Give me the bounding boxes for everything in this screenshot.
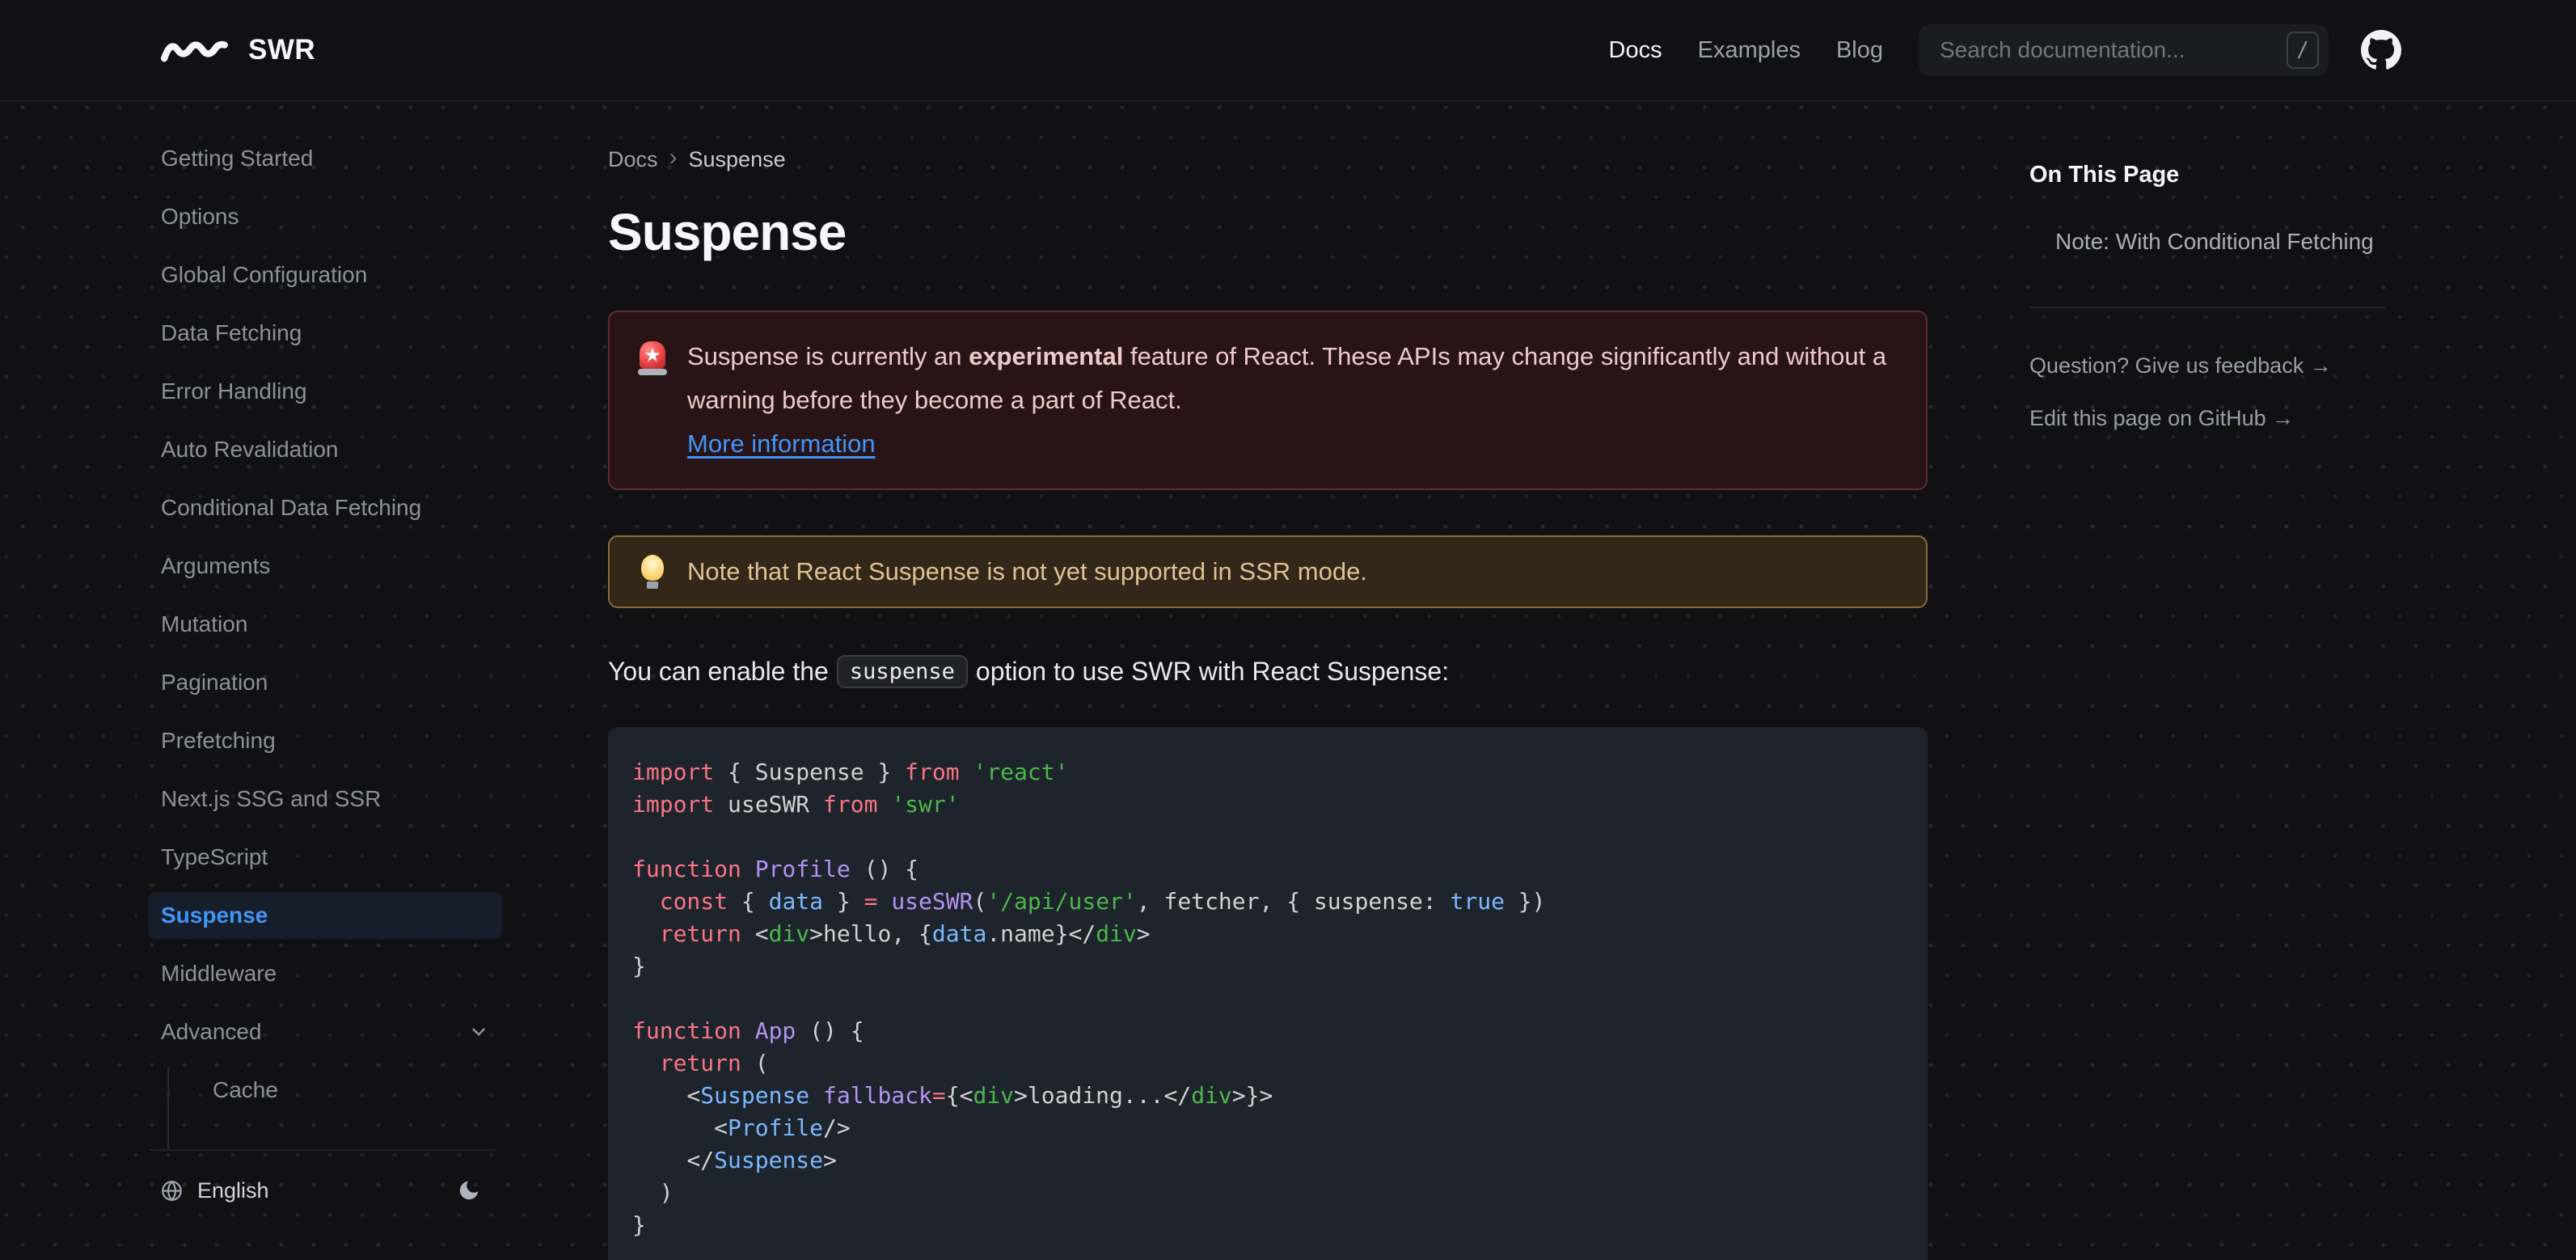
- error-callout-text: Suspense is currently an experimental fe…: [687, 335, 1900, 466]
- code-block: import { Suspense } from 'react' import u…: [608, 727, 1928, 1260]
- nav-link-examples[interactable]: Examples: [1698, 37, 1801, 63]
- swr-logo[interactable]: SWR: [159, 34, 315, 66]
- moon-icon: [457, 1178, 481, 1203]
- sidebar: Getting Started Options Global Configurati…: [148, 135, 502, 1214]
- sidebar-footer: English: [148, 1167, 494, 1214]
- siren-icon: ★: [636, 335, 669, 466]
- chevron-right-icon: ›: [669, 144, 678, 171]
- code-line: }: [632, 953, 646, 979]
- code-line: <Profile/>: [632, 1114, 851, 1141]
- inline-code-suspense: suspense: [836, 655, 968, 688]
- toc-item-note-with-conditional-fetching[interactable]: Note: With Conditional Fetching: [2055, 229, 2385, 255]
- code-line: function Profile () {: [632, 856, 919, 882]
- main-content: Docs › Suspense Suspense ★ Suspense is c…: [608, 102, 1928, 1260]
- sidebar-item-getting-started[interactable]: Getting Started: [148, 135, 502, 182]
- page-title: Suspense: [608, 203, 847, 261]
- code-line: ): [632, 1179, 674, 1206]
- code-line: return <div>hello, {data.name}</div>: [659, 920, 1151, 947]
- warning-callout: Note that React Suspense is not yet supp…: [608, 535, 1928, 608]
- nav-link-blog[interactable]: Blog: [1836, 37, 1883, 63]
- code-line: <Suspense fallback={<div>loading...</div…: [632, 1082, 1273, 1109]
- sidebar-item-cache[interactable]: Cache: [200, 1067, 502, 1114]
- sidebar-item-middleware[interactable]: Middleware: [148, 950, 502, 997]
- sidebar-item-label: Global Configuration: [161, 262, 368, 287]
- sidebar-item-global-configuration[interactable]: Global Configuration: [148, 252, 502, 298]
- sidebar-item-label: Middleware: [161, 961, 277, 986]
- sidebar-item-mutation[interactable]: Mutation: [148, 601, 502, 648]
- breadcrumb-docs[interactable]: Docs: [608, 147, 658, 172]
- sidebar-item-options[interactable]: Options: [148, 193, 502, 240]
- github-link[interactable]: [2361, 30, 2401, 70]
- sidebar-item-conditional-data-fetching[interactable]: Conditional Data Fetching: [148, 484, 502, 531]
- sidebar-item-label: Next.js SSG and SSR: [161, 786, 382, 811]
- code-line: </Suspense>: [632, 1147, 837, 1173]
- search-box[interactable]: /: [1919, 24, 2329, 76]
- sidebar-item-label: TypeScript: [161, 844, 268, 869]
- sidebar-item-label: Cache: [213, 1077, 278, 1102]
- sidebar-list: Getting Started Options Global Configurati…: [148, 135, 502, 1149]
- search-input[interactable]: [1940, 37, 2287, 63]
- toc-sidebar: On This Page Note: With Conditional Fetc…: [2029, 102, 2385, 431]
- toc-list: Note: With Conditional Fetching: [2029, 229, 2385, 255]
- code-line: import useSWR from 'swr': [632, 791, 960, 818]
- sidebar-item-pagination[interactable]: Pagination: [148, 659, 502, 706]
- sidebar-item-error-handling[interactable]: Error Handling: [148, 368, 502, 415]
- sidebar-item-arguments[interactable]: Arguments: [148, 543, 502, 590]
- theme-toggle-button[interactable]: [457, 1178, 481, 1203]
- sidebar-item-label: Suspense: [161, 903, 268, 928]
- sidebar-item-label: Prefetching: [161, 728, 276, 753]
- navbar-right: Docs Examples Blog /: [1609, 24, 2401, 76]
- code-line: function App () {: [632, 1017, 864, 1044]
- swr-logo-icon: [159, 36, 234, 65]
- more-information-link[interactable]: More information: [687, 422, 1900, 466]
- sidebar-item-typescript[interactable]: TypeScript: [148, 834, 502, 881]
- search-shortcut-kbd: /: [2287, 32, 2319, 69]
- sidebar-item-label: Auto Revalidation: [161, 437, 339, 462]
- sidebar-item-label: Getting Started: [161, 146, 314, 171]
- toc-divider: [2029, 307, 2385, 308]
- logo-text: SWR: [248, 34, 316, 66]
- toc-link-question-give-us-feedback[interactable]: Question? Give us feedback →: [2029, 353, 2385, 378]
- sidebar-item-label: Error Handling: [161, 378, 307, 404]
- error-callout: ★ Suspense is currently an experimental …: [608, 311, 1928, 490]
- sidebar-item-label: Data Fetching: [161, 320, 302, 345]
- github-icon: [2361, 30, 2401, 70]
- sidebar-item-data-fetching[interactable]: Data Fetching: [148, 310, 502, 357]
- code-line: const { data } = useSWR('/api/user', fet…: [659, 888, 1546, 915]
- sidebar-item-suspense[interactable]: Suspense: [148, 892, 502, 939]
- sidebar-item-label: Arguments: [161, 553, 271, 578]
- nav-links: Docs Examples Blog: [1609, 37, 1919, 64]
- sidebar-item-label: Mutation: [161, 611, 248, 636]
- sidebar-item-label: Advanced: [161, 1019, 262, 1044]
- sidebar-item-label: Pagination: [161, 670, 268, 695]
- globe-icon: [161, 1180, 183, 1202]
- nav-link-docs[interactable]: Docs: [1609, 37, 1662, 63]
- sidebar-divider: [150, 1149, 496, 1151]
- breadcrumb: Docs › Suspense: [608, 146, 1928, 173]
- intro-paragraph: You can enable the suspense option to us…: [608, 655, 1928, 688]
- breadcrumb-current: Suspense: [688, 146, 786, 171]
- sidebar-item-label: Conditional Data Fetching: [161, 495, 422, 520]
- sidebar-item-advanced[interactable]: Advanced: [148, 1008, 502, 1055]
- code-line: return (: [659, 1050, 769, 1076]
- chevron-down-icon: [468, 1021, 489, 1042]
- code-line: }: [632, 1211, 646, 1238]
- navbar: SWR Docs Examples Blog /: [0, 0, 2576, 102]
- warning-callout-text: Note that React Suspense is not yet supp…: [687, 557, 1367, 586]
- sidebar-item-prefetching[interactable]: Prefetching: [148, 717, 502, 764]
- toc-heading: On This Page: [2029, 162, 2180, 188]
- bulb-icon: [636, 555, 669, 589]
- sidebar-item-auto-revalidation[interactable]: Auto Revalidation: [148, 426, 502, 473]
- code-line: import { Suspense } from 'react': [632, 759, 1069, 785]
- sidebar-sub-list: Cache: [167, 1067, 502, 1149]
- language-selector[interactable]: English: [197, 1178, 269, 1203]
- toc-link-edit-this-page-on-github[interactable]: Edit this page on GitHub →: [2029, 406, 2385, 431]
- sidebar-item-label: Options: [161, 204, 239, 229]
- sidebar-item-next-js-ssg-and-ssr[interactable]: Next.js SSG and SSR: [148, 776, 502, 822]
- toc-links: Question? Give us feedback → Edit this pa…: [2029, 353, 2385, 431]
